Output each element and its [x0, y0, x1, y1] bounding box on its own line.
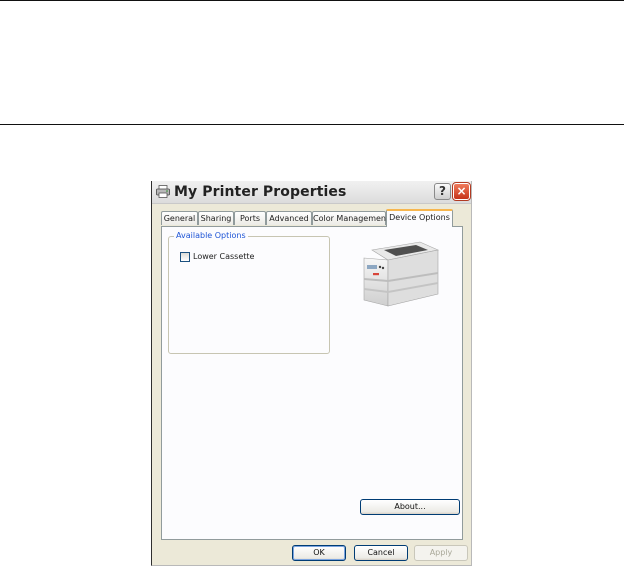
- ok-button[interactable]: OK: [292, 545, 346, 561]
- window-title: My Printer Properties: [174, 184, 347, 200]
- close-button[interactable]: ×: [452, 182, 471, 201]
- tab-advanced[interactable]: Advanced: [266, 211, 312, 225]
- tab-ports[interactable]: Ports: [234, 211, 266, 225]
- available-options-group: Available Options Lower Cassette: [168, 231, 330, 354]
- lower-cassette-checkbox[interactable]: [180, 252, 190, 262]
- apply-button[interactable]: Apply: [414, 545, 468, 561]
- printer-image: [363, 241, 439, 307]
- printer-properties-dialog: My Printer Properties ? × General Sharin…: [151, 181, 472, 566]
- title-bar[interactable]: My Printer Properties ? ×: [152, 181, 471, 204]
- tab-general[interactable]: General: [161, 211, 198, 225]
- top-divider-line: [0, 0, 624, 1]
- tab-device-options[interactable]: Device Options: [386, 209, 453, 227]
- about-button[interactable]: About...: [360, 499, 460, 515]
- printer-icon: [156, 185, 170, 198]
- tab-color-management[interactable]: Color Management: [312, 211, 389, 225]
- lower-cassette-label[interactable]: Lower Cassette: [193, 251, 254, 262]
- available-options-label: Available Options: [174, 231, 248, 241]
- device-options-panel: Available Options Lower Cassette About..…: [161, 226, 463, 540]
- middle-divider-line: [0, 124, 624, 125]
- help-button[interactable]: ?: [434, 183, 451, 200]
- cancel-button[interactable]: Cancel: [354, 545, 408, 561]
- tab-sharing[interactable]: Sharing: [198, 211, 234, 225]
